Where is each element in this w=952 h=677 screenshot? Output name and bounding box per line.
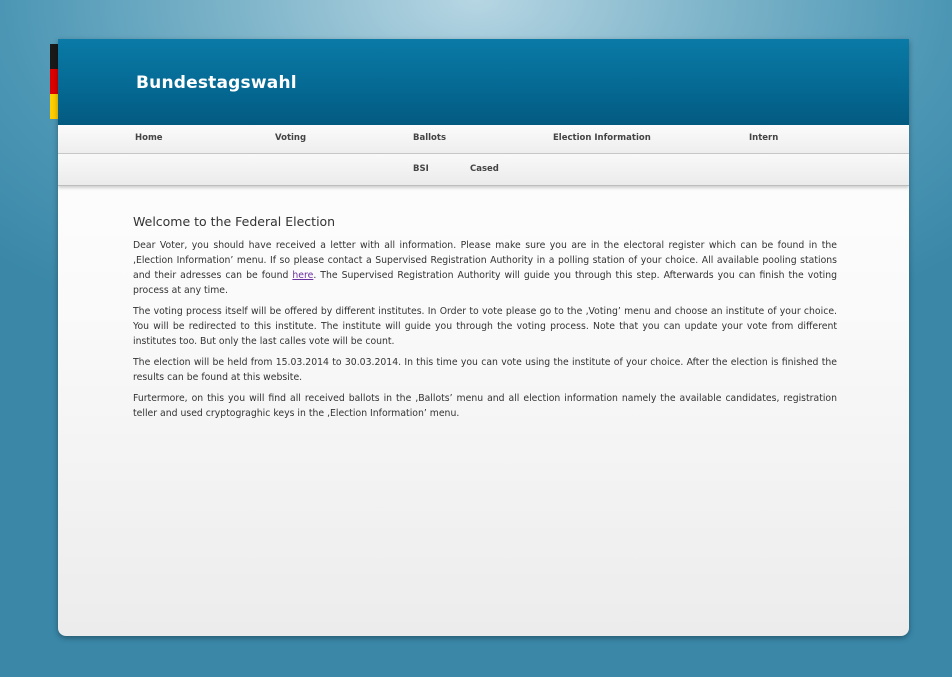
nav-item-ballots[interactable]: Ballots: [413, 133, 446, 143]
flag-stripe-gold: [50, 94, 58, 119]
flag-stripe-black: [50, 44, 58, 69]
main-content: Welcome to the Federal Election Dear Vot…: [133, 214, 837, 427]
intro-paragraph: Dear Voter, you should have received a l…: [133, 238, 837, 298]
site-header: Bundestagswahl: [58, 39, 909, 125]
page-heading: Welcome to the Federal Election: [133, 214, 336, 229]
polling-stations-link[interactable]: here: [292, 270, 313, 281]
voting-process-paragraph: The voting process itself will be offere…: [133, 306, 837, 347]
ballots-info-paragraph: Furtermore, on this you will find all re…: [133, 393, 837, 419]
nav-item-home[interactable]: Home: [135, 133, 163, 143]
german-flag-icon: [50, 44, 58, 119]
flag-stripe-red: [50, 69, 58, 94]
nav-item-voting[interactable]: Voting: [275, 133, 306, 143]
sub-navigation: BSI Cased: [58, 154, 909, 186]
nav-item-election-information[interactable]: Election Information: [553, 133, 651, 143]
main-navigation: Home Voting Ballots Election Information…: [58, 125, 909, 154]
subnav-item-bsi[interactable]: BSI: [413, 164, 429, 174]
election-dates-paragraph: The election will be held from 15.03.201…: [133, 357, 837, 383]
nav-item-intern[interactable]: Intern: [749, 133, 778, 143]
subnav-item-cased[interactable]: Cased: [470, 164, 499, 174]
site-title: Bundestagswahl: [136, 73, 297, 93]
page-container: Bundestagswahl Home Voting Ballots Elect…: [58, 39, 909, 636]
